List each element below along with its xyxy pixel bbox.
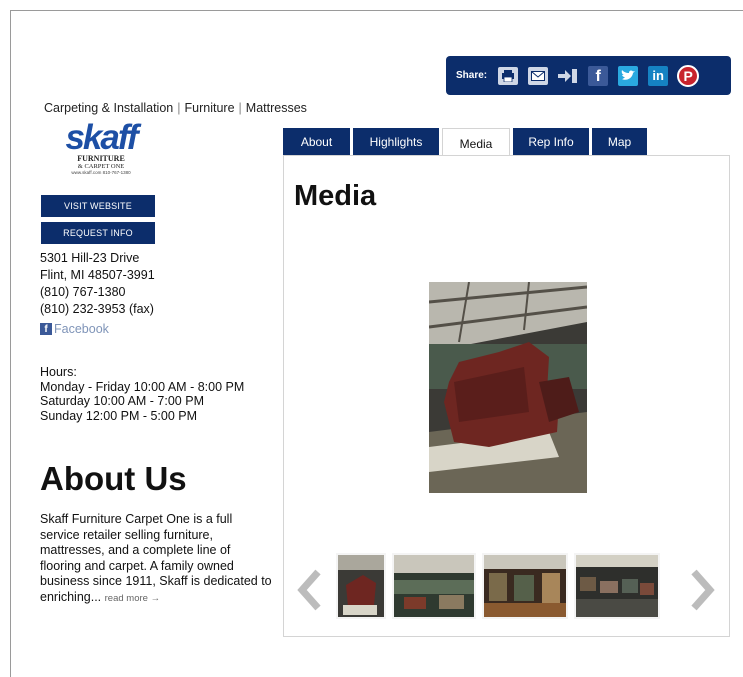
facebook-link[interactable]: f Facebook <box>40 322 109 336</box>
tab-about[interactable]: About <box>283 128 350 156</box>
phone-number[interactable]: (810) 767-1380 <box>40 284 155 301</box>
category-furniture[interactable]: Furniture <box>185 101 235 115</box>
tab-bar: About Highlights Media Rep Info Map <box>283 128 650 158</box>
tab-map[interactable]: Map <box>592 128 647 156</box>
facebook-icon[interactable]: f <box>587 65 609 87</box>
next-arrow-icon[interactable] <box>688 568 716 612</box>
share-bar: Share: f in P <box>446 56 731 95</box>
hours-label: Hours: <box>40 365 77 379</box>
facebook-small-icon: f <box>40 323 52 335</box>
tab-rep-info[interactable]: Rep Info <box>513 128 589 156</box>
hours-sunday: Sunday 12:00 PM - 5:00 PM <box>40 408 198 423</box>
print-icon[interactable] <box>497 65 519 87</box>
hours-saturday: Saturday 10:00 AM - 7:00 PM <box>40 394 204 408</box>
request-info-button[interactable]: REQUEST INFO <box>41 222 155 244</box>
about-text: Skaff Furniture Carpet One is a full ser… <box>40 512 272 606</box>
media-heading: Media <box>294 180 377 212</box>
read-more-link[interactable]: read more → <box>105 593 160 604</box>
logo-tagline: www.skaff.com 810-767-1380 <box>71 170 131 175</box>
linkedin-icon[interactable]: in <box>647 65 669 87</box>
media-thumbnail[interactable] <box>482 553 568 619</box>
category-carpeting[interactable]: Carpeting & Installation <box>44 101 173 115</box>
logo-line2: & CARPET ONE <box>77 163 125 170</box>
skaff-logo[interactable]: skaff FURNITURE & CARPET ONE www.skaff.c… <box>46 118 156 187</box>
media-panel: Media <box>283 155 730 637</box>
media-thumbnail[interactable] <box>336 553 386 619</box>
category-links: Carpeting & Installation | Furniture | Mattr… <box>44 101 307 115</box>
logo-line1: FURNITURE <box>77 154 125 163</box>
media-thumbnail[interactable] <box>392 553 476 619</box>
email-icon[interactable] <box>527 65 549 87</box>
store-hours: Hours: Monday - Friday 10:00 AM - 8:00 P… <box>40 365 244 423</box>
about-body: Skaff Furniture Carpet One is a full ser… <box>40 512 272 604</box>
media-thumbnail[interactable] <box>574 553 660 619</box>
tab-highlights[interactable]: Highlights <box>353 128 439 156</box>
visit-website-button[interactable]: VISIT WEBSITE <box>41 195 155 217</box>
logo-wordmark: skaff <box>65 118 138 157</box>
export-icon[interactable] <box>557 65 579 87</box>
prev-arrow-icon[interactable] <box>296 568 324 612</box>
address-block: 5301 Hill-23 Drive Flint, MI 48507-3991 … <box>40 250 155 318</box>
city-address: Flint, MI 48507-3991 <box>40 268 155 282</box>
fax-number: (810) 232-3953 (fax) <box>40 302 154 316</box>
twitter-icon[interactable] <box>617 65 639 87</box>
media-thumbnails <box>336 553 660 619</box>
tab-media[interactable]: Media <box>442 128 510 158</box>
main-media-photo[interactable] <box>429 282 587 493</box>
hours-weekdays: Monday - Friday 10:00 AM - 8:00 PM <box>40 379 245 394</box>
pinterest-icon[interactable]: P <box>677 64 700 87</box>
share-label: Share: <box>456 70 488 81</box>
facebook-label: Facebook <box>54 322 109 336</box>
about-heading: About Us <box>40 460 187 497</box>
category-mattresses[interactable]: Mattresses <box>246 101 307 115</box>
street-address: 5301 Hill-23 Drive <box>40 251 140 265</box>
